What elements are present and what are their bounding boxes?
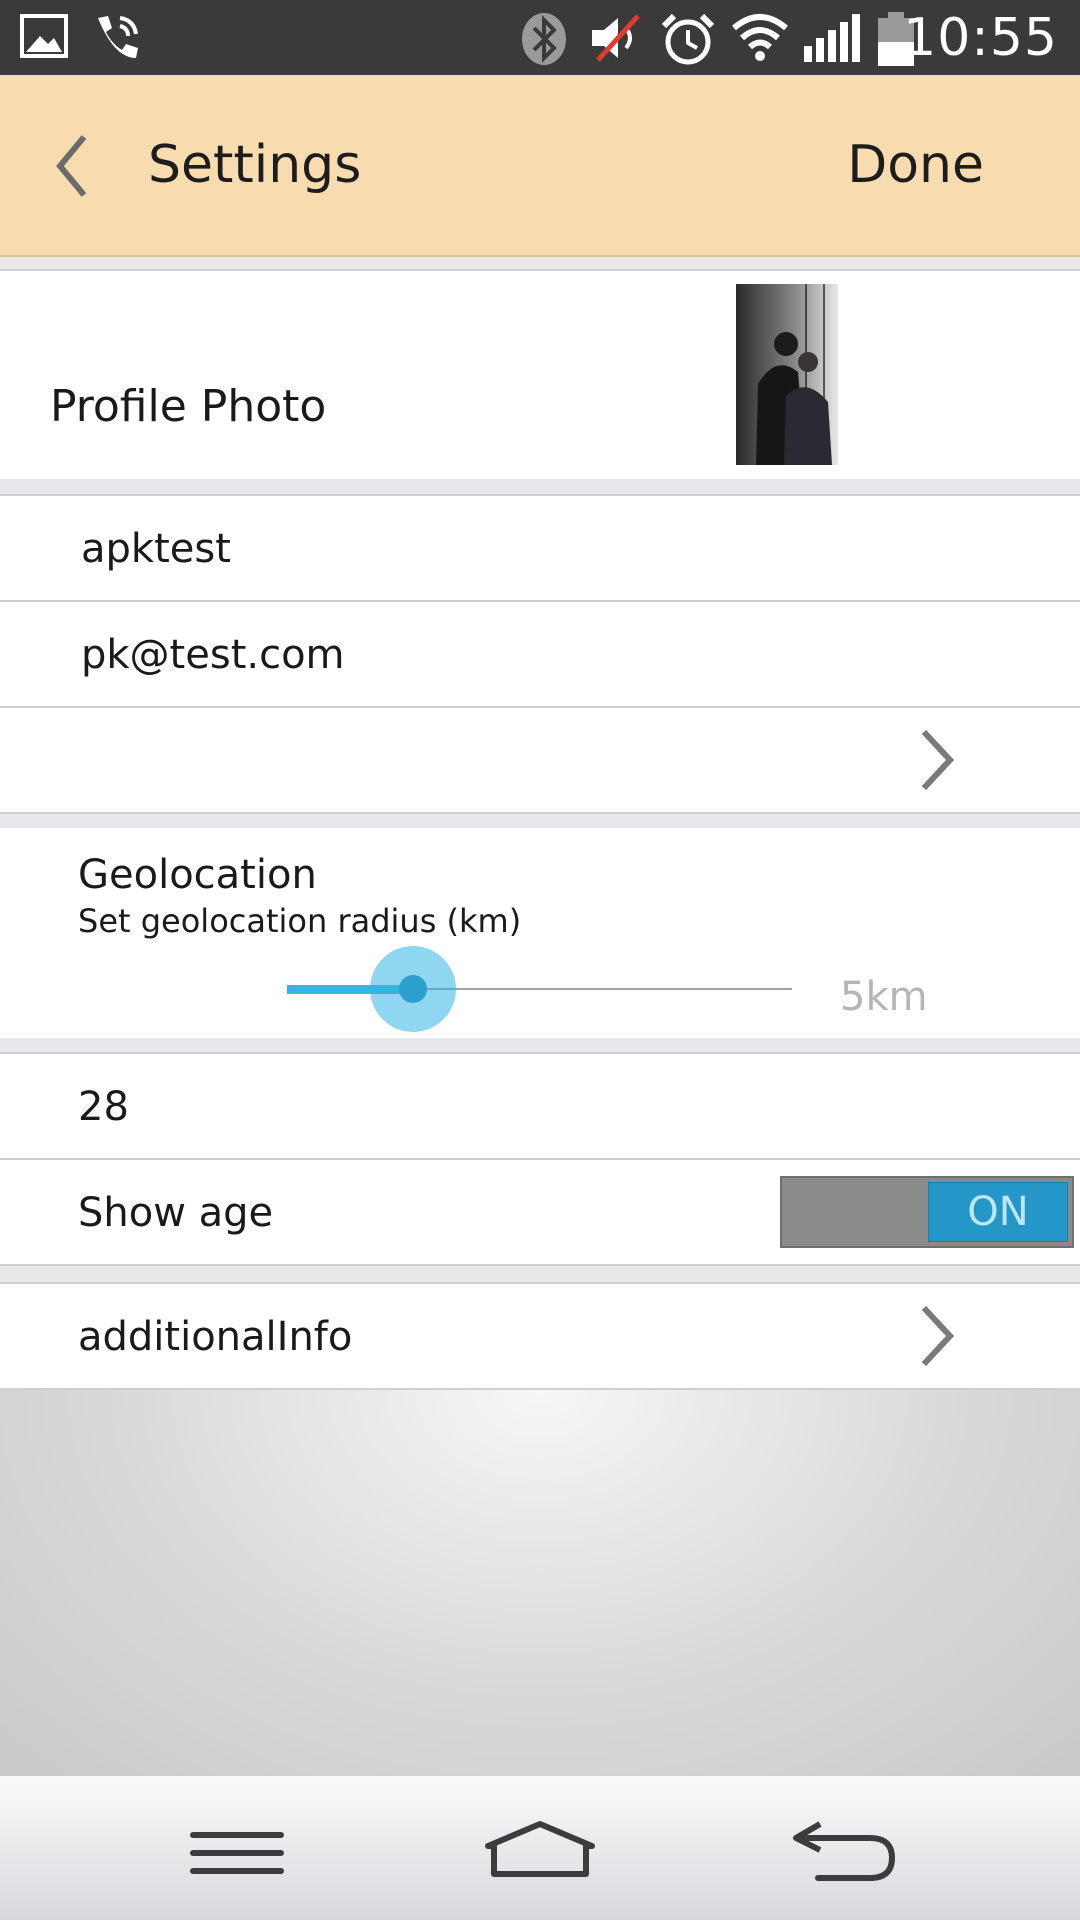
done-button[interactable]: Done [847, 135, 984, 195]
geolocation-title: Geolocation [78, 852, 317, 898]
clock: 10:55 [903, 8, 1058, 68]
profile-photo-label: Profile Photo [50, 381, 327, 432]
age-row[interactable]: 28 [0, 1054, 1080, 1158]
email-row[interactable]: pk@test.com [0, 602, 1080, 706]
app-header: Settings Done [0, 75, 1080, 257]
blank-nav-row[interactable] [0, 708, 1080, 812]
additional-info-row[interactable]: additionalInfo [0, 1284, 1080, 1388]
username-row[interactable]: apktest [0, 496, 1080, 600]
show-age-label: Show age [78, 1190, 274, 1236]
chevron-right-icon [921, 729, 955, 791]
profile-photo-thumbnail[interactable] [736, 284, 838, 465]
alarm-icon [661, 13, 715, 65]
profile-photo-row[interactable]: Profile Photo [0, 271, 1080, 479]
section-gap [0, 479, 1080, 495]
home-icon[interactable] [482, 1820, 598, 1880]
radius-value: 5km [840, 974, 928, 1020]
menu-icon[interactable] [188, 1828, 286, 1878]
bluetooth-icon [522, 13, 566, 65]
chevron-right-icon [921, 1305, 955, 1367]
gallery-icon [20, 14, 68, 58]
email-value: pk@test.com [81, 632, 345, 678]
phone-icon [98, 16, 138, 58]
signal-icon [804, 14, 860, 62]
wifi-icon [732, 14, 788, 61]
age-value: 28 [78, 1084, 129, 1130]
back-icon[interactable] [790, 1820, 898, 1884]
back-chevron-icon[interactable] [52, 131, 92, 201]
additional-info-label: additionalInfo [78, 1314, 353, 1360]
empty-background [0, 1390, 1080, 1776]
toggle-state-label: ON [967, 1189, 1029, 1235]
section-gap [0, 1266, 1080, 1282]
show-age-toggle[interactable]: ON [780, 1176, 1074, 1248]
page-title: Settings [148, 135, 362, 195]
toggle-on-thumb: ON [928, 1182, 1068, 1242]
status-bar: 10:55 [0, 0, 1080, 75]
muted-icon [592, 14, 640, 62]
username-value: apktest [81, 526, 231, 572]
section-gap [0, 814, 1080, 828]
geolocation-subtitle: Set geolocation radius (km) [78, 902, 522, 940]
navigation-bar [0, 1776, 1080, 1920]
